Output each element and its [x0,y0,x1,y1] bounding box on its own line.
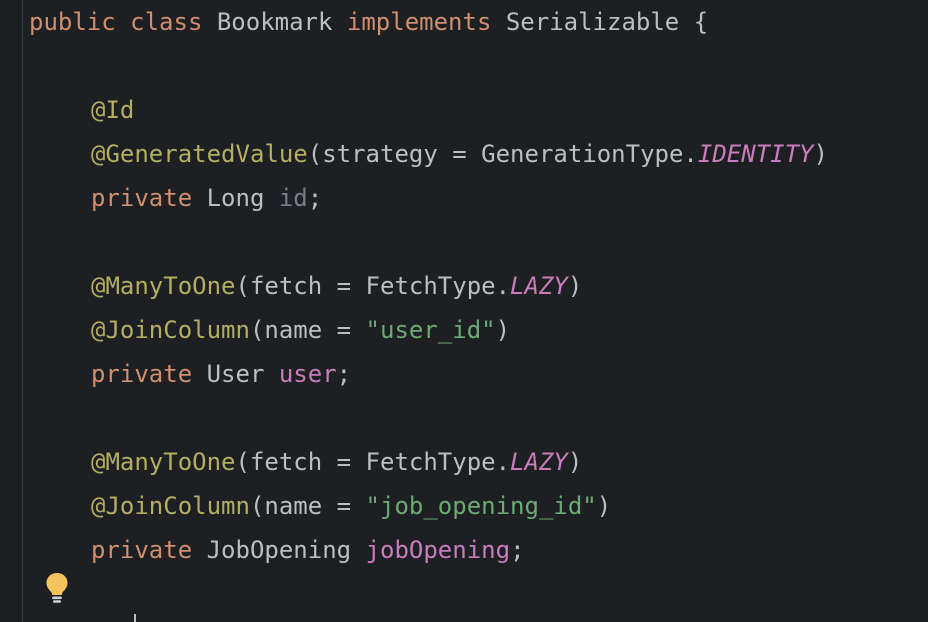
code-text: (fetch = FetchType. [235,272,511,300]
code-line-join-column[interactable]: @JoinColumn(name = "job_opening_id") [29,484,611,528]
keyword-private: private [91,360,193,388]
keyword-implements: implements [346,8,492,36]
keyword-private: private [91,184,193,212]
enum-constant: IDENTITY [697,140,814,168]
code-line-user-field[interactable]: private User user; [29,352,351,396]
open-brace: { [693,8,709,36]
annotation-id: @Id [91,96,135,124]
code-text: ) [813,140,828,168]
code-line-many-to-one[interactable]: @ManyToOne(fetch = FetchType.LAZY) [29,264,582,308]
type-name: Long [206,184,265,212]
code-line-generated-value[interactable]: @GeneratedValue(strategy = GenerationTyp… [29,132,828,176]
annotation-many-to-one: @ManyToOne [91,272,236,300]
type-name: JobOpening [206,536,352,564]
code-line-join-column[interactable]: @JoinColumn(name = "user_id") [29,308,510,352]
field-name: jobOpening [365,536,511,564]
code-line-job-opening-field[interactable]: private JobOpening jobOpening; [29,528,525,572]
class-name: Bookmark [216,8,333,36]
lightbulb-icon[interactable] [44,571,70,605]
field-name: id [278,184,308,212]
semicolon: ; [307,184,323,212]
text-caret [134,614,136,622]
code-editor[interactable]: public class Bookmark implements Seriali… [0,0,928,622]
code-line-id-field[interactable]: private Long id; [29,176,322,220]
annotation-join-column: @JoinColumn [91,492,250,520]
field-name: user [278,360,337,388]
semicolon: ; [510,536,525,564]
interface-name: Serializable [505,8,680,36]
semicolon: ; [336,360,352,388]
annotation-join-column: @JoinColumn [91,316,250,344]
code-text: ) [596,492,612,520]
keyword-private: private [91,536,193,564]
code-text: (name = [249,316,366,344]
code-text: ) [567,448,583,476]
enum-constant: LAZY [510,272,568,300]
annotation-many-to-one: @ManyToOne [91,448,236,476]
code-line-id-annotation[interactable]: @Id [29,88,134,132]
string-literal: "user_id" [365,316,496,344]
code-text: (name = [249,492,366,520]
code-line-class-declaration[interactable]: public class Bookmark implements Seriali… [29,0,708,44]
annotation-generated-value: @GeneratedValue [91,140,308,168]
string-literal: "job_opening_id" [365,492,597,520]
keyword-class: class [130,8,203,36]
code-line-many-to-one[interactable]: @ManyToOne(fetch = FetchType.LAZY) [29,440,582,484]
code-text: (fetch = FetchType. [235,448,511,476]
code-text: ) [495,316,511,344]
type-name: User [206,360,265,388]
enum-constant: LAZY [510,448,568,476]
keyword-public: public [29,8,116,36]
gutter-divider [22,0,23,622]
code-text: (strategy = GenerationType. [307,140,698,168]
code-text: ) [567,272,583,300]
